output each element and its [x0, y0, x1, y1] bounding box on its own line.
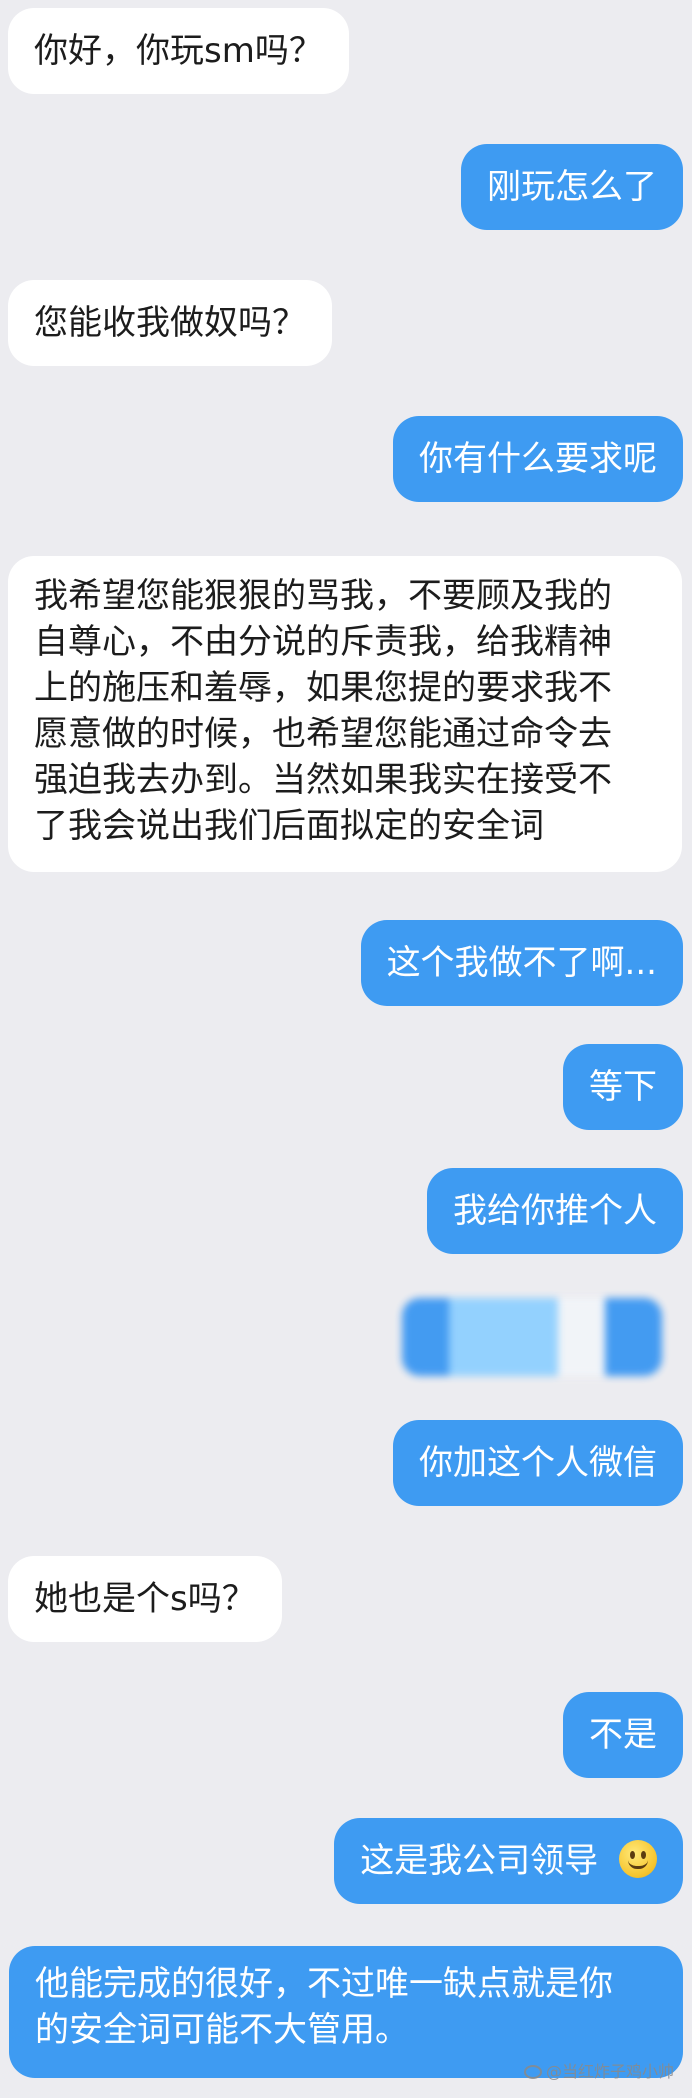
message-text: 你加这个人微信: [419, 1443, 657, 1483]
smile-emoji-icon: [619, 1840, 657, 1878]
outgoing-message[interactable]: 不是: [563, 1692, 683, 1778]
incoming-message[interactable]: 你好，你玩sm吗？: [8, 8, 349, 94]
message-text: 等下: [589, 1067, 657, 1107]
weibo-icon: [523, 2065, 542, 2079]
outgoing-message[interactable]: 刚玩怎么了: [461, 144, 683, 230]
message-text: 您能收我做奴吗？: [34, 303, 306, 343]
message-text: 你有什么要求呢: [419, 439, 657, 479]
chat-thread: 你好，你玩sm吗？ 刚玩怎么了 您能收我做奴吗？ 你有什么要求呢 我希望您能狠狠…: [0, 0, 692, 2098]
blurred-contact-card[interactable]: [402, 1298, 662, 1376]
message-text: 我给你推个人: [453, 1191, 657, 1231]
outgoing-message[interactable]: 我给你推个人: [427, 1168, 683, 1254]
message-line: 我希望您能狠狠的骂我，不要顾及我的: [34, 576, 612, 616]
message-text: 这是我公司领导: [360, 1841, 599, 1881]
message-line: 强迫我去办到。当然如果我实在接受不: [34, 760, 612, 800]
outgoing-message[interactable]: 等下: [563, 1044, 683, 1130]
message-text: 不是: [589, 1715, 657, 1755]
watermark: @当红炸子鸡小帅: [523, 2058, 674, 2082]
message-text: 她也是个s吗？: [34, 1579, 256, 1619]
message-line: 了我会说出我们后面拟定的安全词: [34, 806, 544, 846]
outgoing-message[interactable]: 你加这个人微信: [393, 1420, 683, 1506]
outgoing-message[interactable]: 这是我公司领导: [334, 1818, 683, 1904]
message-line: 自尊心，不由分说的斥责我，给我精神: [34, 622, 612, 662]
watermark-text: @当红炸子鸡小帅: [545, 2062, 674, 2081]
message-line: 他能完成的很好，不过唯一缺点就是你: [35, 1964, 613, 2004]
incoming-message[interactable]: 她也是个s吗？: [8, 1556, 282, 1642]
incoming-message[interactable]: 您能收我做奴吗？: [8, 280, 332, 366]
message-text: 你好，你玩sm吗？: [34, 31, 323, 71]
message-line: 上的施压和羞辱，如果您提的要求我不: [34, 668, 612, 708]
incoming-message[interactable]: 我希望您能狠狠的骂我，不要顾及我的 自尊心，不由分说的斥责我，给我精神 上的施压…: [8, 556, 682, 872]
message-line: 愿意做的时候，也希望您能通过命令去: [34, 714, 612, 754]
outgoing-message[interactable]: 这个我做不了啊...: [360, 920, 683, 1006]
message-text: 这个我做不了啊...: [386, 943, 657, 983]
message-text: 刚玩怎么了: [487, 167, 657, 207]
outgoing-message[interactable]: 你有什么要求呢: [393, 416, 683, 502]
message-line: 的安全词可能不大管用。: [35, 2010, 409, 2050]
